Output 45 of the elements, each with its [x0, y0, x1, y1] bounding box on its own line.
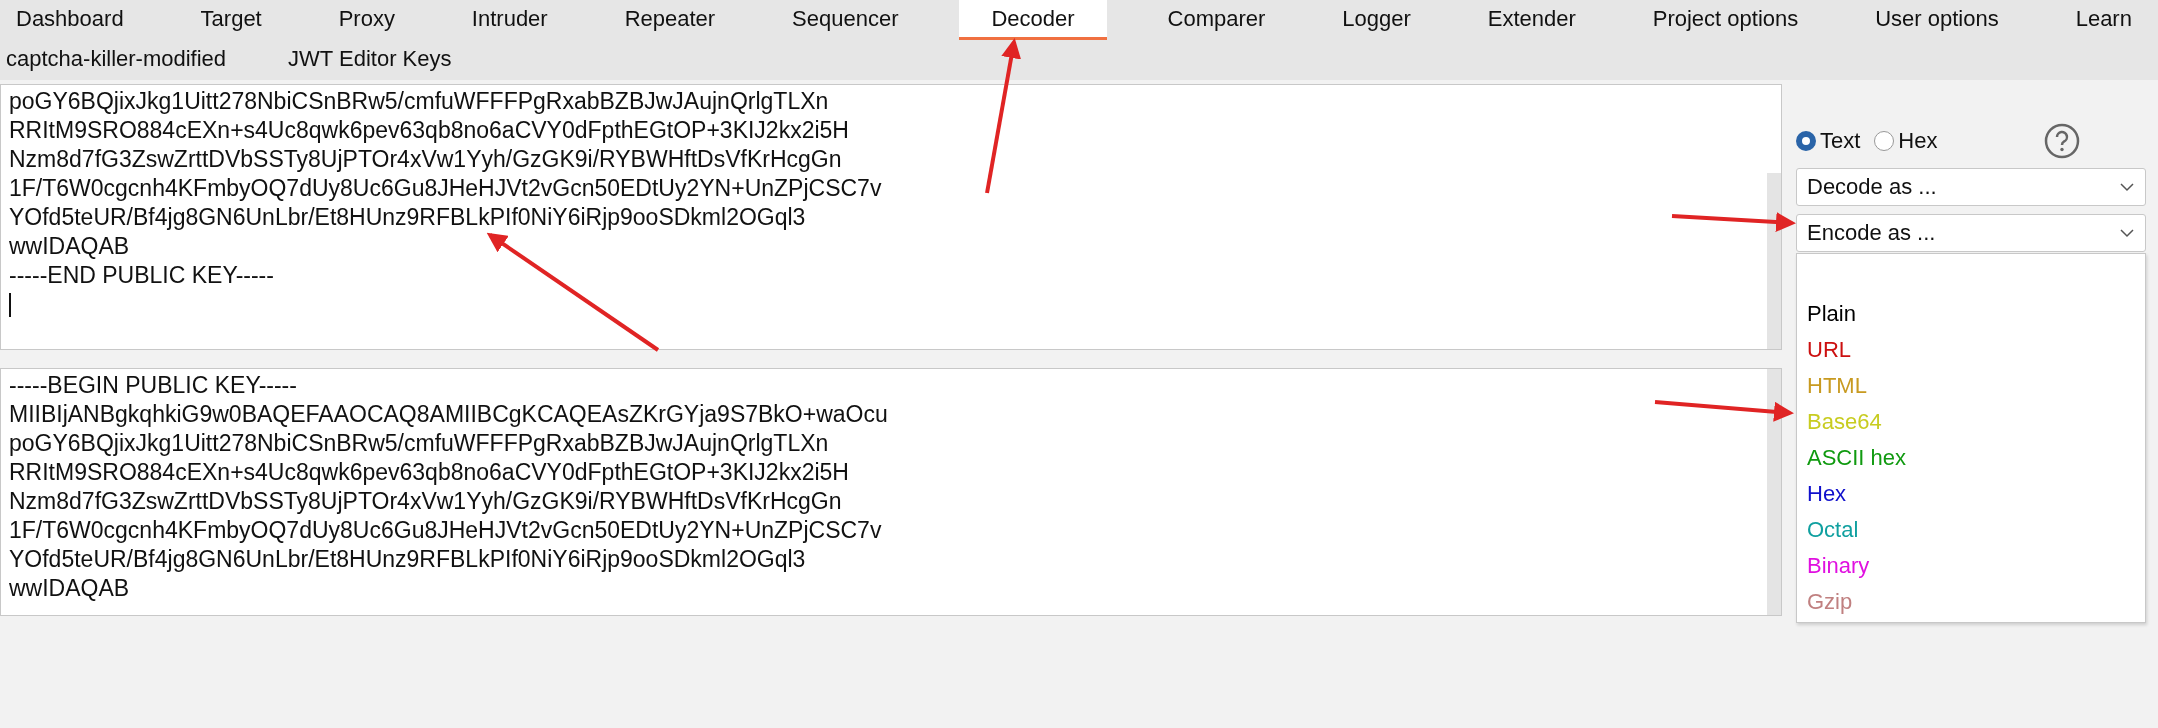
text-line: poGY6BQjixJkg1Uitt278NbiCSnBRw5/cmfuWFFFPgRxabBZBJwJAujnQrlgTLXn — [9, 87, 829, 116]
text-line: wwIDAQAB — [9, 232, 130, 261]
tab[interactable]: Proxy — [322, 0, 411, 40]
text-line: -----BEGIN PUBLIC KEY----- — [9, 371, 297, 400]
decode-dropdown[interactable]: Decode as ... — [1796, 168, 2146, 206]
chevron-down-icon — [2119, 228, 2135, 238]
scrollbar-track[interactable] — [1767, 173, 1781, 349]
text-line: RRItM9SRO884cEXn+s4Uc8qwk6pev63qb8no6aCVY0dFpthEGtOP+3KIJ2kx2i5H — [9, 458, 849, 487]
help-icon[interactable] — [2044, 123, 2080, 159]
tab[interactable]: captcha-killer-modified — [0, 40, 233, 80]
scrollbar-track[interactable] — [1767, 369, 1781, 615]
text-line: Nzm8d7fG3ZswZrttDVbSSTy8UjPTOr4xVw1Yyh/GzGK9i/RYBWHftDsVfKrHcgGn — [9, 487, 842, 516]
tab[interactable]: Repeater — [608, 0, 732, 40]
text-line: YOfd5teUR/Bf4jg8GN6UnLbr/Et8HUnz9RFBLkPIf0NiY6iRjp9ooSDkml2OGql3 — [9, 545, 806, 574]
text-cursor — [9, 293, 11, 317]
tab[interactable]: Decoder — [959, 0, 1107, 40]
menu-item[interactable]: ASCII hex — [1807, 440, 2135, 476]
tab[interactable]: User options — [1859, 0, 2015, 40]
text-line: 1F/T6W0cgcnh4KFmbyOQ7dUy8Uc6Gu8JHeHJVt2vGcn50EDtUy2YN+UnZPjCSC7v — [9, 174, 882, 203]
tab[interactable]: Logger — [1326, 0, 1427, 40]
encode-dropdown[interactable]: Encode as ... — [1796, 214, 2146, 252]
text-line: MIIBIjANBgkqhkiG9w0BAQEFAAOCAQ8AMIIBCgKCAQEAsZKrGYja9S7BkO+waOcu — [9, 400, 888, 429]
text-line: Nzm8d7fG3ZswZrttDVbSSTy8UjPTOr4xVw1Yyh/GzGK9i/RYBWHftDsVfKrHcgGn — [9, 145, 842, 174]
menu-item[interactable]: Plain — [1807, 296, 2135, 332]
tab[interactable]: Learn — [2059, 0, 2148, 40]
text-line: poGY6BQjixJkg1Uitt278NbiCSnBRw5/cmfuWFFFPgRxabBZBJwJAujnQrlgTLXn — [9, 429, 829, 458]
tab[interactable]: Dashboard — [0, 0, 140, 40]
text-line: wwIDAQAB — [9, 574, 130, 603]
tab[interactable]: Intruder — [455, 0, 564, 40]
radio-button[interactable]: Hex — [1874, 128, 1938, 154]
menu-item[interactable]: Hex — [1807, 476, 2135, 512]
radio-button[interactable]: Text — [1796, 128, 1861, 154]
text-line: YOfd5teUR/Bf4jg8GN6UnLbr/Et8HUnz9RFBLkPIf0NiY6iRjp9ooSDkml2OGql3 — [9, 203, 806, 232]
tab[interactable]: JWT Editor Keys — [282, 40, 458, 80]
chevron-down-icon — [2119, 182, 2135, 192]
tab[interactable]: Extender — [1471, 0, 1592, 40]
text-line: -----END PUBLIC KEY----- — [9, 261, 274, 290]
menu-item[interactable]: Binary — [1807, 548, 2135, 584]
menu-item[interactable]: URL — [1807, 332, 2135, 368]
tab[interactable]: Target — [184, 0, 278, 40]
tab[interactable]: Comparer — [1151, 0, 1282, 40]
text-line: RRItM9SRO884cEXn+s4Uc8qwk6pev63qb8no6aCVY0dFpthEGtOP+3KIJ2kx2i5H — [9, 116, 849, 145]
tab[interactable]: Project options — [1636, 0, 1815, 40]
tab[interactable]: Sequencer — [776, 0, 915, 40]
text-line: 1F/T6W0cgcnh4KFmbyOQ7dUy8Uc6Gu8JHeHJVt2vGcn50EDtUy2YN+UnZPjCSC7v — [9, 516, 882, 545]
